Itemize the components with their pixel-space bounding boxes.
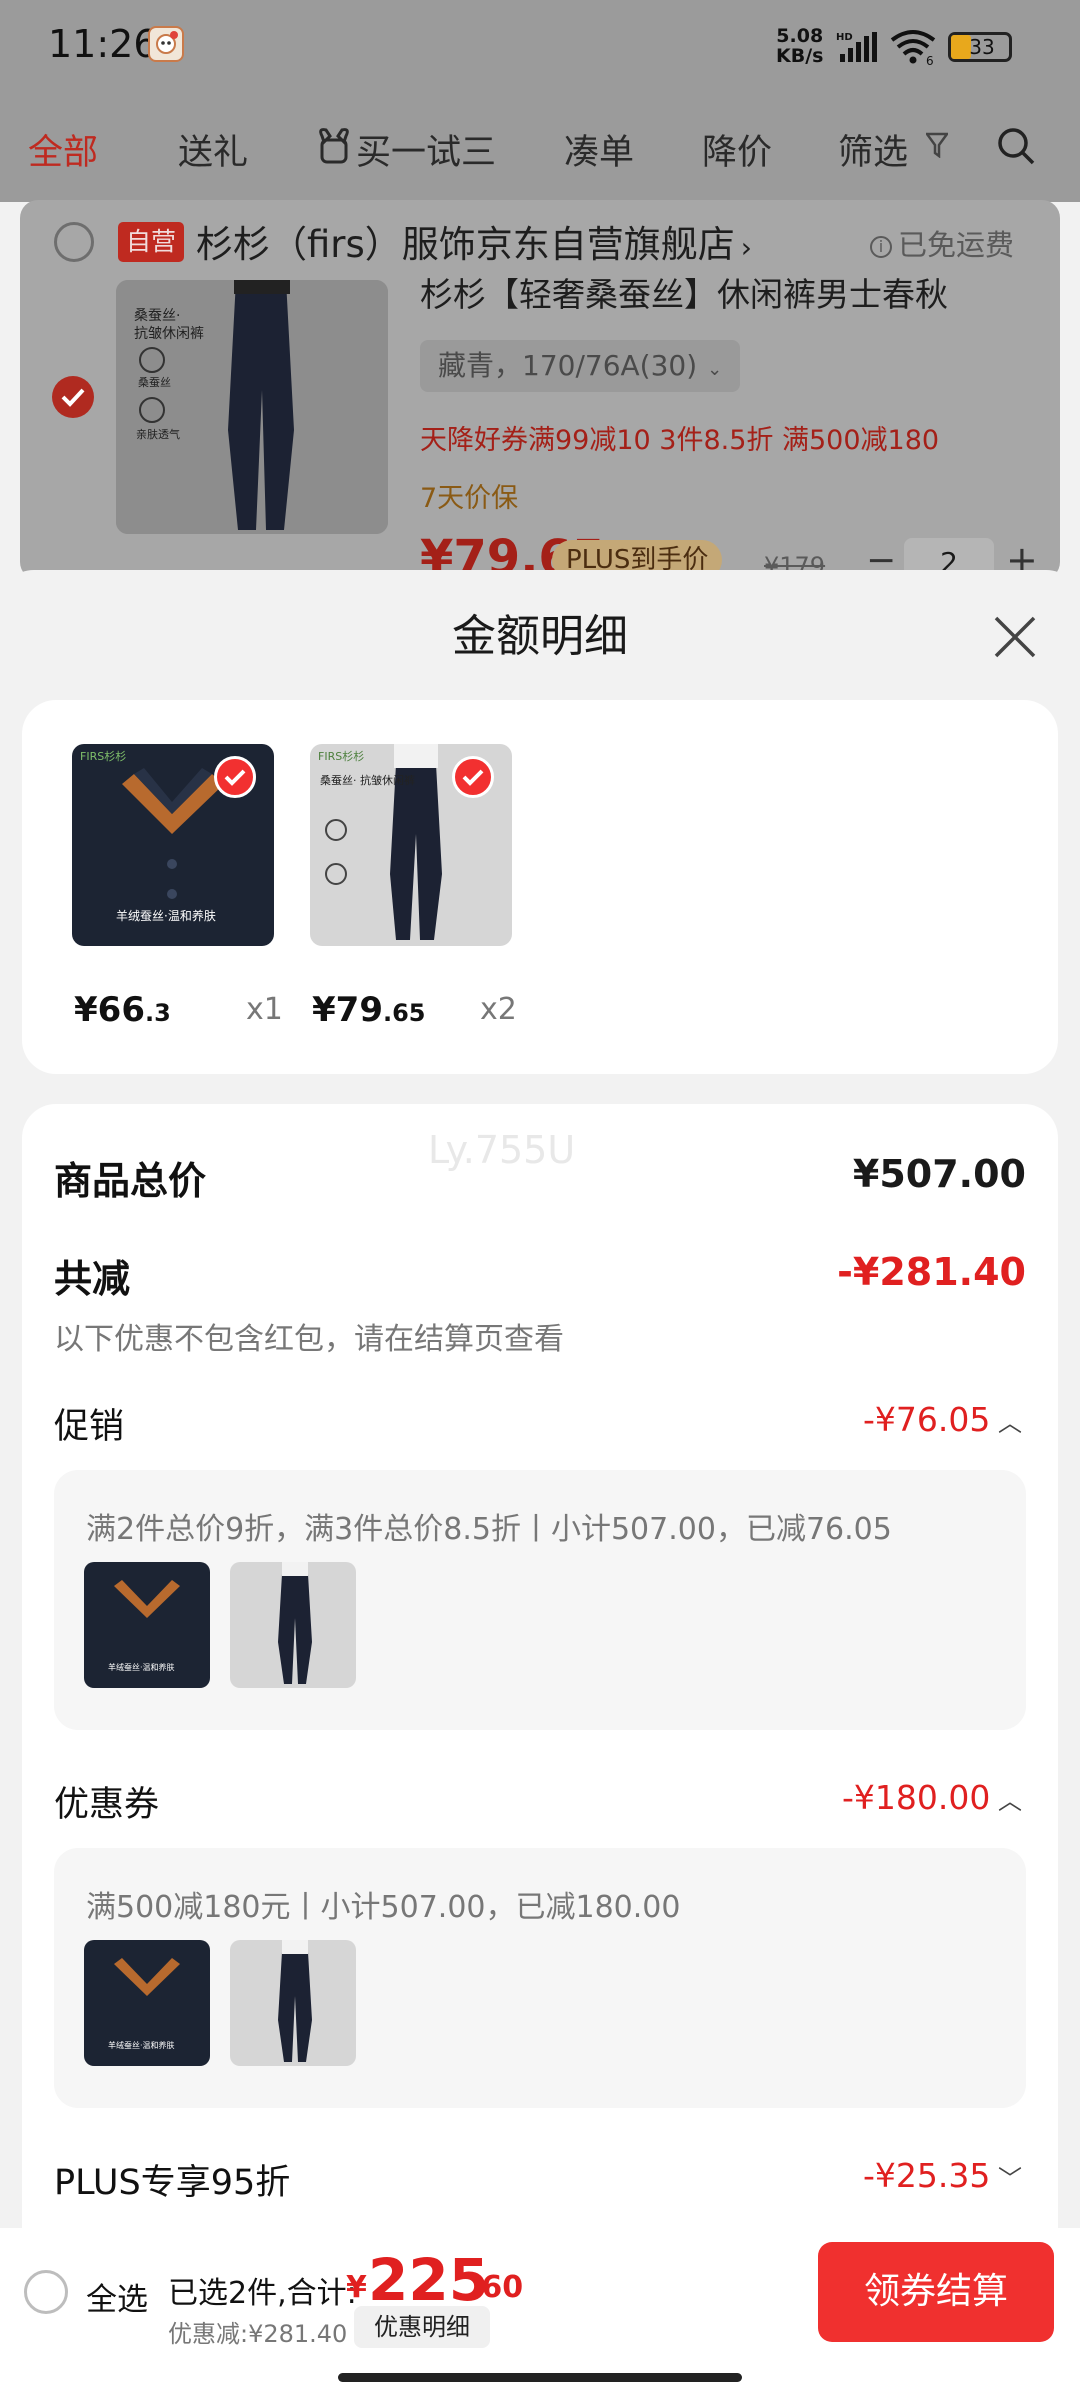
product-checked-icon[interactable] [452,756,494,798]
promotion-label: 促销 [54,1407,125,1447]
total-reduce-value: -¥281.40 [837,1250,1026,1294]
select-all-label[interactable]: 全选 [86,2274,148,2319]
cell-signal-icon: HD [836,30,880,64]
tab-bundle[interactable]: 凑单 [564,124,634,175]
product-quantity: x1 [246,992,283,1027]
select-all-radio[interactable] [24,2270,68,2314]
gift-icon [316,126,352,166]
item-checked-icon[interactable] [52,376,94,418]
chevron-up-icon: ︿ [990,1787,1022,1815]
svg-text:抗皱休闲裤: 抗皱休闲裤 [134,326,204,342]
svg-text:桑蚕丝: 桑蚕丝 [138,376,171,389]
status-time: 11:26 [48,22,158,66]
promotion-toggle[interactable]: -¥76.05 ︿ [700,1400,1022,1439]
shop-select-radio[interactable] [54,222,94,262]
tab-filter[interactable]: 筛选 [838,124,908,175]
product-price: ¥79.65 [312,990,426,1030]
home-indicator[interactable] [338,2373,742,2382]
plus-discount-toggle[interactable]: -¥25.35 ﹀ [700,2156,1022,2195]
svg-text:FIRS杉杉: FIRS杉杉 [318,749,364,763]
discount-summary: 优惠减:¥281.40 [168,2320,348,2348]
reduce-note: 以下优惠不包含红包，请在结算页查看 [54,1322,564,1357]
promotion-tags: 天降好券满99减10 3件8.5折 满500减180 [420,425,940,456]
chevron-down-icon: ﹀ [990,2165,1022,2193]
svg-text:桑蚕丝·: 桑蚕丝· [134,308,180,324]
coupon-thumb-pants [230,1940,356,2066]
discount-detail-button[interactable]: 优惠明细 [354,2306,490,2348]
svg-text:FIRS杉杉: FIRS杉杉 [80,749,126,763]
coupon-thumb-polo: 羊绒蚕丝·温和养肤 [84,1940,210,2066]
app-notification-icon [148,26,184,62]
close-icon[interactable] [990,612,1040,662]
filter-icon [924,132,950,159]
product-checked-icon[interactable] [214,756,256,798]
tab-gift[interactable]: 送礼 [178,124,248,175]
info-icon: i [870,236,892,258]
shipping-status: i 已免运费 [870,222,1014,264]
total-price-label: 商品总价 [54,1159,207,1203]
selected-summary: 已选2件,合计: [168,2276,357,2311]
total-reduce-label: 共减 [54,1257,131,1301]
product-price: ¥66.3 [74,990,171,1030]
wifi-icon: 6 [890,28,936,68]
coupon-detail-text: 满500减180元丨小计507.00，已减180.00 [86,1890,681,1925]
total-currency: ¥ [346,2270,367,2305]
svg-text:HD: HD [836,32,853,43]
tab-price-drop[interactable]: 降价 [702,124,772,175]
shop-name[interactable]: 杉杉（firs）服饰京东自营旗舰店 › [196,214,752,268]
price-protection-tag: 7天价保 [420,483,519,514]
svg-text:6: 6 [926,54,934,66]
svg-text:亲肤透气: 亲肤透气 [136,427,180,441]
coupon-label: 优惠券 [54,1785,160,1825]
sheet-title: 金额明细 [452,611,628,662]
cart-tab-bar [0,92,1080,202]
svg-text:羊绒蚕丝·温和养肤: 羊绒蚕丝·温和养肤 [108,1662,175,1672]
product-quantity: x2 [480,992,517,1027]
tab-all[interactable]: 全部 [28,124,98,175]
svg-text:桑蚕丝· 抗皱休闲裤: 桑蚕丝· 抗皱休闲裤 [320,773,415,787]
watermark: Ly.755U [428,1128,576,1172]
tab-try-three[interactable]: 买一试三 [356,124,496,175]
network-speed: 5.08 KB/s [776,25,824,67]
spec-selector[interactable]: 藏青，170/76A(30) ⌄ [420,340,741,392]
search-icon[interactable] [996,126,1036,166]
total-amount-decimal: .60 [470,2270,524,2305]
total-price-value: ¥507.00 [852,1152,1026,1196]
product-image-pants[interactable]: 桑蚕丝· 抗皱休闲裤 桑蚕丝 亲肤透气 [116,280,388,534]
promo-thumb-polo: 羊绒蚕丝·温和养肤 [84,1562,210,1688]
plus-discount-label: PLUS专享95折 [54,2163,291,2203]
coupon-toggle[interactable]: -¥180.00 ︿ [700,1778,1022,1817]
chevron-down-icon: ⌄ [707,359,723,380]
self-operated-badge: 自营 [118,222,184,262]
checkout-button[interactable]: 领券结算 [818,2242,1054,2342]
promotion-detail-text: 满2件总价9折，满3件总价8.5折丨小计507.00，已减76.05 [86,1512,892,1547]
svg-text:羊绒蚕丝·温和养肤: 羊绒蚕丝·温和养肤 [116,908,216,923]
chevron-up-icon: ︿ [990,1409,1022,1437]
svg-text:羊绒蚕丝·温和养肤: 羊绒蚕丝·温和养肤 [108,2040,175,2050]
battery-level: 33 [969,35,995,59]
product-title[interactable]: 杉杉【轻奢桑蚕丝】休闲裤男士春秋 [420,268,1040,316]
promo-thumb-pants [230,1562,356,1688]
